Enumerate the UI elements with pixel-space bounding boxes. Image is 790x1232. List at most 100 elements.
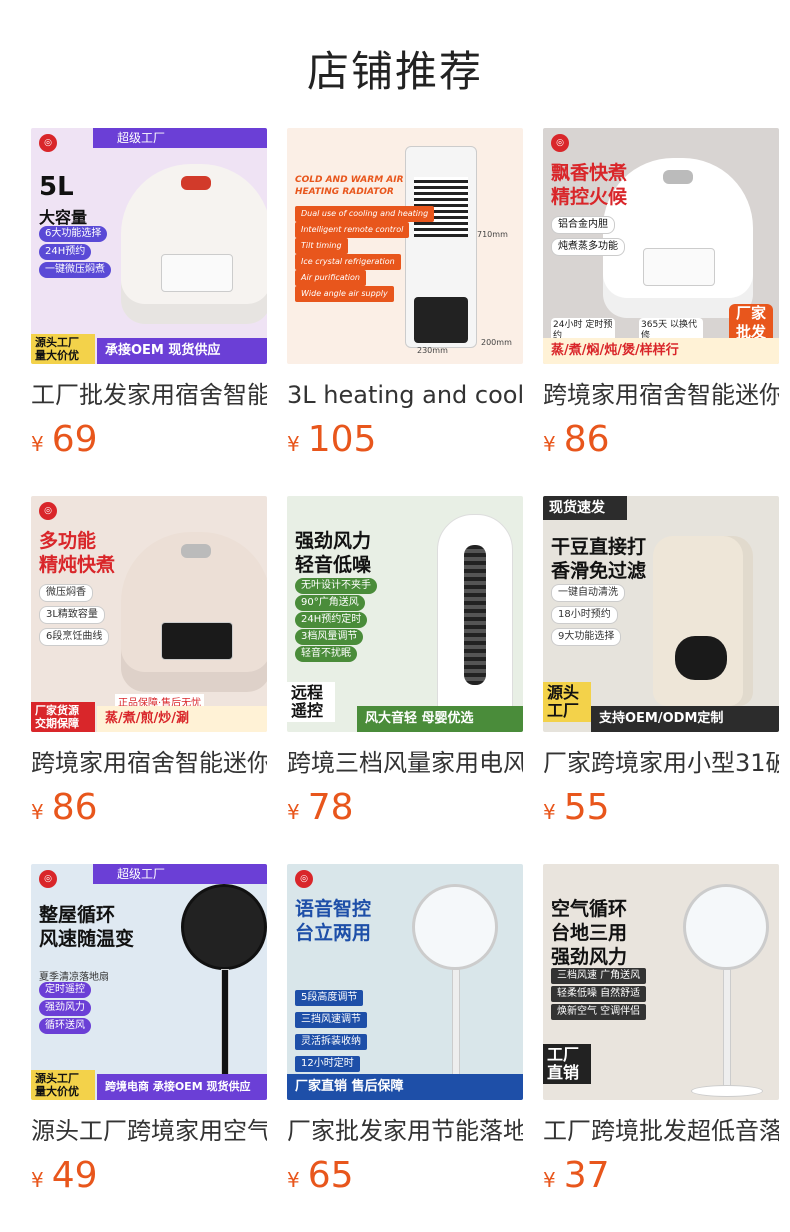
feature-chip: 一键微压焖煮 [39,262,111,278]
bottom-promo-band: 蒸/煮/焖/炖/煲/样样行 [543,338,779,364]
device-base [414,297,468,343]
feature-chip: 三挡风速调节 [295,1012,367,1028]
promo-subheadline: 风速随温变 [39,928,135,950]
product-card[interactable]: ◎ 超级工厂 整屋循环 风速随温变 夏季清凉落地扇 定时遥控 强劲风力 循环送风 源头工厂 量大… [31,864,267,1232]
product-title[interactable]: 3L heating and cooling air conditioner f… [287,378,523,412]
currency-symbol: ¥ [543,1168,556,1192]
currency-symbol: ¥ [31,432,44,456]
promo-headline: 强劲风力 [295,530,372,552]
currency-symbol: ¥ [287,800,300,824]
product-title[interactable]: 工厂跨境批发超低音落地扇 [543,1114,779,1148]
product-card[interactable]: ◎ 飘香快煮 精控火候 铝合金内胆 炖煮蒸多功能 24小时 定时预约 365天 以换代修 厂家… [543,128,779,496]
product-card[interactable]: ◎ 多功能 精炖快煮 微压焖香 3L精致容量 6段烹饪曲线 正品保障·售后无忧 厂家货源 交期… [31,496,267,864]
product-thumbnail[interactable]: ◎ 超级工厂 整屋循环 风速随温变 夏季清凉落地扇 定时遥控 强劲风力 循环送风 源头工厂 量大… [31,864,267,1100]
product-card[interactable]: 空气循环 台地三用 强劲风力 三档风速 广角送风 轻柔低噪 自然舒适 焕新空气 空调伴侣工… [543,864,779,1232]
page-header: 店铺推荐 [0,0,790,128]
device-control-panel [643,248,715,286]
brand-logo-icon: ◎ [39,502,57,520]
product-card[interactable]: 强劲风力 轻音低噪 无叶设计不夹手 90°广角送风 24H预约定时 3档风量调节 轻音不扰眠… [287,496,523,864]
price-value: 37 [563,1155,610,1196]
feature-chip: Tilt timing [295,238,348,254]
feature-chip: Air purification [295,270,366,286]
corner-label: 工厂 直销 [543,1044,591,1084]
corner-label: 远程 遥控 [287,682,335,722]
brand-logo-icon: ◎ [551,134,569,152]
product-card[interactable]: 现货速发 干豆直接打 香滑免过滤 一键自动清洗 18小时预约 9大功能选择 源头 工厂 支持O… [543,496,779,864]
product-title[interactable]: 源头工厂跨境家用空气循环扇 [31,1114,267,1148]
bottom-promo-band: 跨境电商 承接OEM 现货供应 [97,1074,267,1100]
promo-note: 夏季清凉落地扇 [39,972,109,983]
currency-symbol: ¥ [31,800,44,824]
promo-subheadline: 台立两用 [295,922,372,944]
price-value: 49 [51,1155,98,1196]
product-device-image [405,146,477,348]
promo-subheadline: 台地三用 [551,922,628,944]
product-title[interactable]: 厂家批发家用节能落地扇 [287,1114,523,1148]
product-price: ¥78 [287,788,523,828]
corner-label: 厂家货源 交期保障 [31,702,95,732]
product-title[interactable]: 跨境家用宿舍智能迷你电饭煲 [31,746,267,780]
promo-heading: COLD AND WARM AIR HEATING RADIATOR [295,175,404,197]
promo-headline: 语音智控 [295,898,372,920]
promo-headline: 多功能 [39,530,97,552]
currency-symbol: ¥ [543,800,556,824]
feature-chip: 微压焖香 [39,584,93,602]
feature-chip: 铝合金内胆 [551,216,615,234]
product-thumbnail[interactable]: COLD AND WARM AIR HEATING RADIATOR Dual u… [287,128,523,364]
product-title[interactable]: 跨境三档风量家用电风扇 [287,746,523,780]
feature-chip: 强劲风力 [39,1000,91,1016]
feature-chip: 3L精致容量 [39,606,105,624]
dimension-label: 710mm [477,230,508,239]
price-value: 86 [563,419,610,460]
product-grid: ◎ 超级工厂 5L 大容量 6大功能选择 24H预约 一键微压焖煮 源头工厂 量大价优 承接OE… [0,128,790,1232]
price-value: 105 [307,419,377,460]
feature-chip: 轻音不扰眠 [295,646,357,662]
product-thumbnail[interactable]: 空气循环 台地三用 强劲风力 三档风速 广角送风 轻柔低噪 自然舒适 焕新空气 空调伴侣工… [543,864,779,1100]
product-thumbnail[interactable]: ◎ 多功能 精炖快煮 微压焖香 3L精致容量 6段烹饪曲线 正品保障·售后无忧 厂家货源 交期… [31,496,267,732]
product-thumbnail[interactable]: ◎ 语音智控 台立两用 5段高度调节 三挡风速调节 灵活拆装收纳 12小时定时 厂家直销 售后… [287,864,523,1100]
product-device-image [121,532,267,692]
feature-chip: 6段烹饪曲线 [39,628,110,646]
device-control-panel [161,622,233,660]
product-thumbnail[interactable]: ◎ 超级工厂 5L 大容量 6大功能选择 24H预约 一键微压焖煮 源头工厂 量大价优 承接OE… [31,128,267,364]
product-title[interactable]: 跨境家用宿舍智能迷你电饭煲 [543,378,779,412]
device-lid-knob [181,176,211,190]
corner-label: 源头工厂 量大价优 [31,334,95,364]
product-thumbnail[interactable]: ◎ 飘香快煮 精控火候 铝合金内胆 炖煮蒸多功能 24小时 定时预约 365天 以换代修 厂家… [543,128,779,364]
feature-chip: 6大功能选择 [39,226,108,242]
price-value: 86 [51,787,98,828]
bottom-promo-band: 风大音轻 母婴优选 [357,706,523,732]
page-title: 店铺推荐 [306,47,483,96]
promo-subheadline: 香滑免过滤 [551,560,647,582]
product-title[interactable]: 厂家跨境家用小型31破壁机 [543,746,779,780]
bottom-promo-band: 厂家直销 售后保障 [287,1074,523,1100]
product-title[interactable]: 工厂批发家用宿舍智能迷你电饭煲 [31,378,267,412]
corner-label: 源头工厂 量大价优 [31,1070,95,1100]
bottom-promo-band: 支持OEM/ODM定制 [591,706,779,732]
product-price: ¥105 [287,420,523,460]
feature-chip: 焕新空气 空调伴侣 [551,1004,647,1020]
feature-chip: 炖煮蒸多功能 [551,238,625,256]
device-control-panel [161,254,233,292]
feature-chip: 24H预约定时 [295,612,368,628]
promo-headline: 干豆直接打 [551,536,647,558]
promo-subheadline: 精控火候 [551,186,628,208]
product-thumbnail[interactable]: 现货速发 干豆直接打 香滑免过滤 一键自动清洗 18小时预约 9大功能选择 源头 工厂 支持O… [543,496,779,732]
product-thumbnail[interactable]: 强劲风力 轻音低噪 无叶设计不夹手 90°广角送风 24H预约定时 3档风量调节 轻音不扰眠… [287,496,523,732]
product-price: ¥55 [543,788,779,828]
price-value: 65 [307,1155,354,1196]
price-value: 55 [563,787,610,828]
promo-badge: 超级工厂 [93,128,267,148]
promo-headline: 飘香快煮 [551,162,628,184]
product-card[interactable]: ◎ 语音智控 台立两用 5段高度调节 三挡风速调节 灵活拆装收纳 12小时定时 厂家直销 售后… [287,864,523,1232]
dimension-label: 230mm [417,346,448,355]
feature-chip: 90°广角送风 [295,595,365,611]
feature-chip: 三档风速 广角送风 [551,968,647,984]
bottom-promo-band: 蒸/煮/煎/炒/涮 [97,706,267,732]
price-value: 69 [51,419,98,460]
feature-chip: 9大功能选择 [551,628,622,646]
product-price: ¥49 [31,1156,267,1196]
product-card[interactable]: ◎ 超级工厂 5L 大容量 6大功能选择 24H预约 一键微压焖煮 源头工厂 量大价优 承接OE… [31,128,267,496]
device-grille [464,545,486,685]
product-card[interactable]: COLD AND WARM AIR HEATING RADIATOR Dual u… [287,128,523,496]
